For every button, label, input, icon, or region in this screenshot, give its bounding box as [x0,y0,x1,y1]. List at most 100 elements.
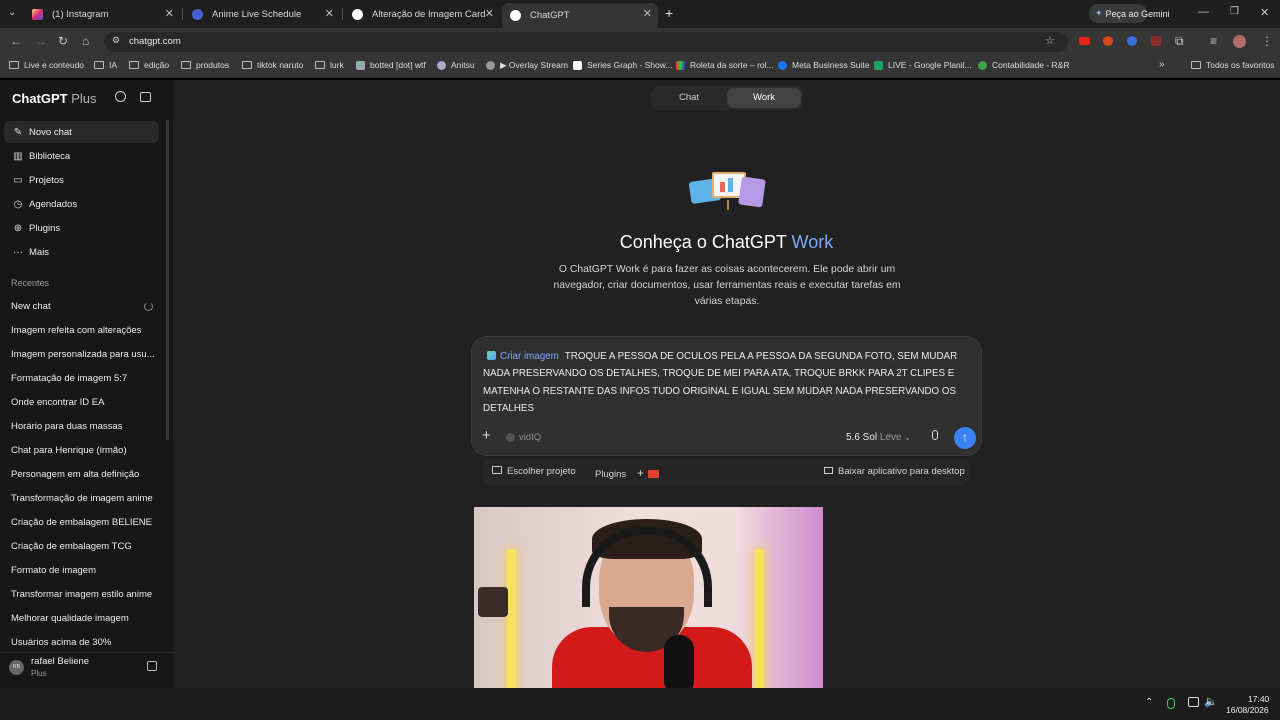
extensions-icon[interactable]: ⧉ [1175,34,1184,49]
network-icon[interactable] [1188,697,1199,707]
bookmark-folder[interactable]: produtos [181,60,229,70]
recent-chat-item[interactable]: Melhorar qualidade imagem [11,613,129,624]
home-icon[interactable]: ⌂ [82,34,89,48]
choose-project-button[interactable]: Escolher projeto [492,466,576,477]
bookmark-link[interactable]: Roleta da sorte – rol... [676,60,774,70]
search-icon[interactable] [115,91,126,102]
close-icon[interactable]: ✕ [165,7,174,20]
tray-app-icon[interactable] [1167,698,1175,709]
site-icon [676,60,685,70]
bookmark-link[interactable]: Meta Business Suite [778,60,869,70]
recent-chat-item[interactable]: Imagem refeita com alterações [11,325,141,336]
back-icon[interactable]: ← [10,34,22,48]
sidebar-scrollbar[interactable] [166,120,169,440]
recent-chat-item[interactable]: Horário para duas massas [11,421,122,432]
bookmark-link[interactable]: Series Graph - Show... [573,60,673,70]
send-button[interactable]: ↑ [954,427,976,449]
microphone-icon[interactable] [932,430,938,440]
sidebar-item-label: Biblioteca [29,150,71,162]
sidebar-item-label: Mais [29,246,50,258]
extension-icon[interactable] [1127,36,1137,46]
folder-icon [181,61,191,69]
bookmark-folder[interactable]: IA [94,60,117,70]
sidebar-item-biblioteca[interactable]: ▥ Biblioteca [4,145,159,167]
menu-icon[interactable]: ⋮ [1261,34,1273,48]
edit-icon: ✎ [13,126,23,138]
close-icon[interactable]: ✕ [325,7,334,20]
media-icon[interactable]: ≡ [1210,34,1217,48]
recent-chat-item[interactable]: Formatação de imagem 5:7 [11,373,127,384]
download-desktop-app-button[interactable]: Baixar aplicativo para desktop [824,466,965,477]
recent-chat-item[interactable]: Onde encontrar ID EA [11,397,104,408]
more-bookmarks-icon[interactable]: » [1159,59,1165,70]
recent-chat-item[interactable]: Formato de imagem [11,565,96,576]
tray-chevron-icon[interactable]: ⌃ [1145,697,1153,708]
tab-alteracao-imagem[interactable]: Alteração de Imagem Card ✕ [344,3,500,25]
extension-youtube-icon[interactable] [1079,37,1090,45]
minimize-icon[interactable]: — [1198,6,1209,18]
close-icon[interactable]: ✕ [643,7,652,20]
bookmark-link[interactable]: Contabilidade - R&R [978,60,1069,70]
plugins-button[interactable]: Plugins + [595,466,660,480]
user-menu[interactable]: RB rafael Beliene Plus [0,652,173,688]
sidebar-item-plugins[interactable]: ⊕ Plugins [4,217,159,239]
restore-icon[interactable]: ❐ [1230,6,1239,17]
all-bookmarks[interactable]: Todos os favoritos [1191,60,1275,70]
tab-chat[interactable]: Chat [651,86,727,110]
vidiq-tool-chip[interactable]: vidIQ [519,432,541,443]
bookmark-link[interactable]: LIVE - Google Planil... [874,60,972,70]
sidebar-item-novo-chat[interactable]: ✎ Novo chat [4,121,159,143]
bookmark-folder[interactable]: Live e conteudo [9,60,84,70]
sidebar-item-mais[interactable]: ··· Mais [4,241,159,263]
brand-title: ChatGPT Plus [12,91,97,106]
tab-anime-schedule[interactable]: Anime Live Schedule ✕ [184,3,340,25]
bookmark-link[interactable]: ▶ Overlay Stream [486,60,568,71]
address-bar[interactable]: ⚙ chatgpt.com ☆ [104,32,1068,52]
bookmark-folder[interactable]: edição [129,60,169,70]
recent-chat-item[interactable]: Imagem personalizada para usu... [11,349,155,360]
recent-chat-item[interactable]: Personagem em alta definição [11,469,139,480]
site-info-icon[interactable]: ⚙ [112,35,120,46]
recent-chat-item[interactable]: Usuários acima de 30% [11,637,111,648]
sidebar-toggle-icon[interactable] [140,92,151,102]
model-selector[interactable]: 5.6 Sol Leve ⌄ [846,432,911,443]
page-title-prefix: Conheça o ChatGPT [619,232,787,252]
choose-project-label: Escolher projeto [507,466,576,477]
apps-icon[interactable] [147,661,157,671]
add-attachment-button[interactable]: + [482,427,491,444]
close-icon[interactable]: ✕ [485,7,494,20]
recent-chat-item[interactable]: Chat para Henrique (irmão) [11,445,127,456]
new-tab-button[interactable]: + [665,5,673,21]
prompt-input[interactable]: Criar imagem TROQUE A PESSOA DE OCULOS PE… [483,348,973,417]
bookmark-link[interactable]: Anitsu [437,60,475,70]
create-image-chip[interactable]: Criar imagem [500,351,559,362]
recent-chat-item[interactable]: Transformação de imagem anime [11,493,153,504]
extension-icon[interactable] [1103,36,1113,46]
profile-avatar[interactable] [1233,35,1246,48]
recent-chat-item[interactable]: Criação de embalagem TCG [11,541,132,552]
bookmark-link[interactable]: botted [dot] wtf [356,60,426,70]
clock-date[interactable]: 16/08/2026 [1226,705,1269,715]
bookmark-folder[interactable]: tiktok naruto [242,60,303,70]
bookmark-folder[interactable]: lurk [315,60,344,70]
extension-icon[interactable] [1151,36,1161,46]
tab-search-icon[interactable]: ⌄ [8,7,16,18]
recent-chat-item[interactable]: New chat [11,301,51,312]
instagram-icon [32,8,43,20]
gemini-button[interactable]: ✦ Peça ao Gemini [1089,4,1170,23]
add-icon: + [636,466,644,480]
forward-icon[interactable]: → [35,34,47,48]
tab-work[interactable]: Work [727,88,801,108]
folder-icon: ▭ [13,174,23,186]
bookmark-star-icon[interactable]: ☆ [1045,34,1055,47]
recent-chat-item[interactable]: Criação de embalagem BELIENE [11,517,152,528]
sidebar-item-agendados[interactable]: ◷ Agendados [4,193,159,215]
recent-chat-item[interactable]: Transformar imagem estilo anime [11,589,152,600]
volume-icon[interactable]: 🔈 [1204,695,1218,708]
tab-chatgpt[interactable]: ChatGPT ✕ [502,3,658,28]
tab-instagram[interactable]: (1) Instagram ✕ [24,3,180,25]
clock-time[interactable]: 17:40 [1248,694,1269,704]
sidebar-item-projetos[interactable]: ▭ Projetos [4,169,159,191]
close-window-icon[interactable]: ✕ [1260,6,1269,19]
reload-icon[interactable]: ↻ [58,34,68,48]
